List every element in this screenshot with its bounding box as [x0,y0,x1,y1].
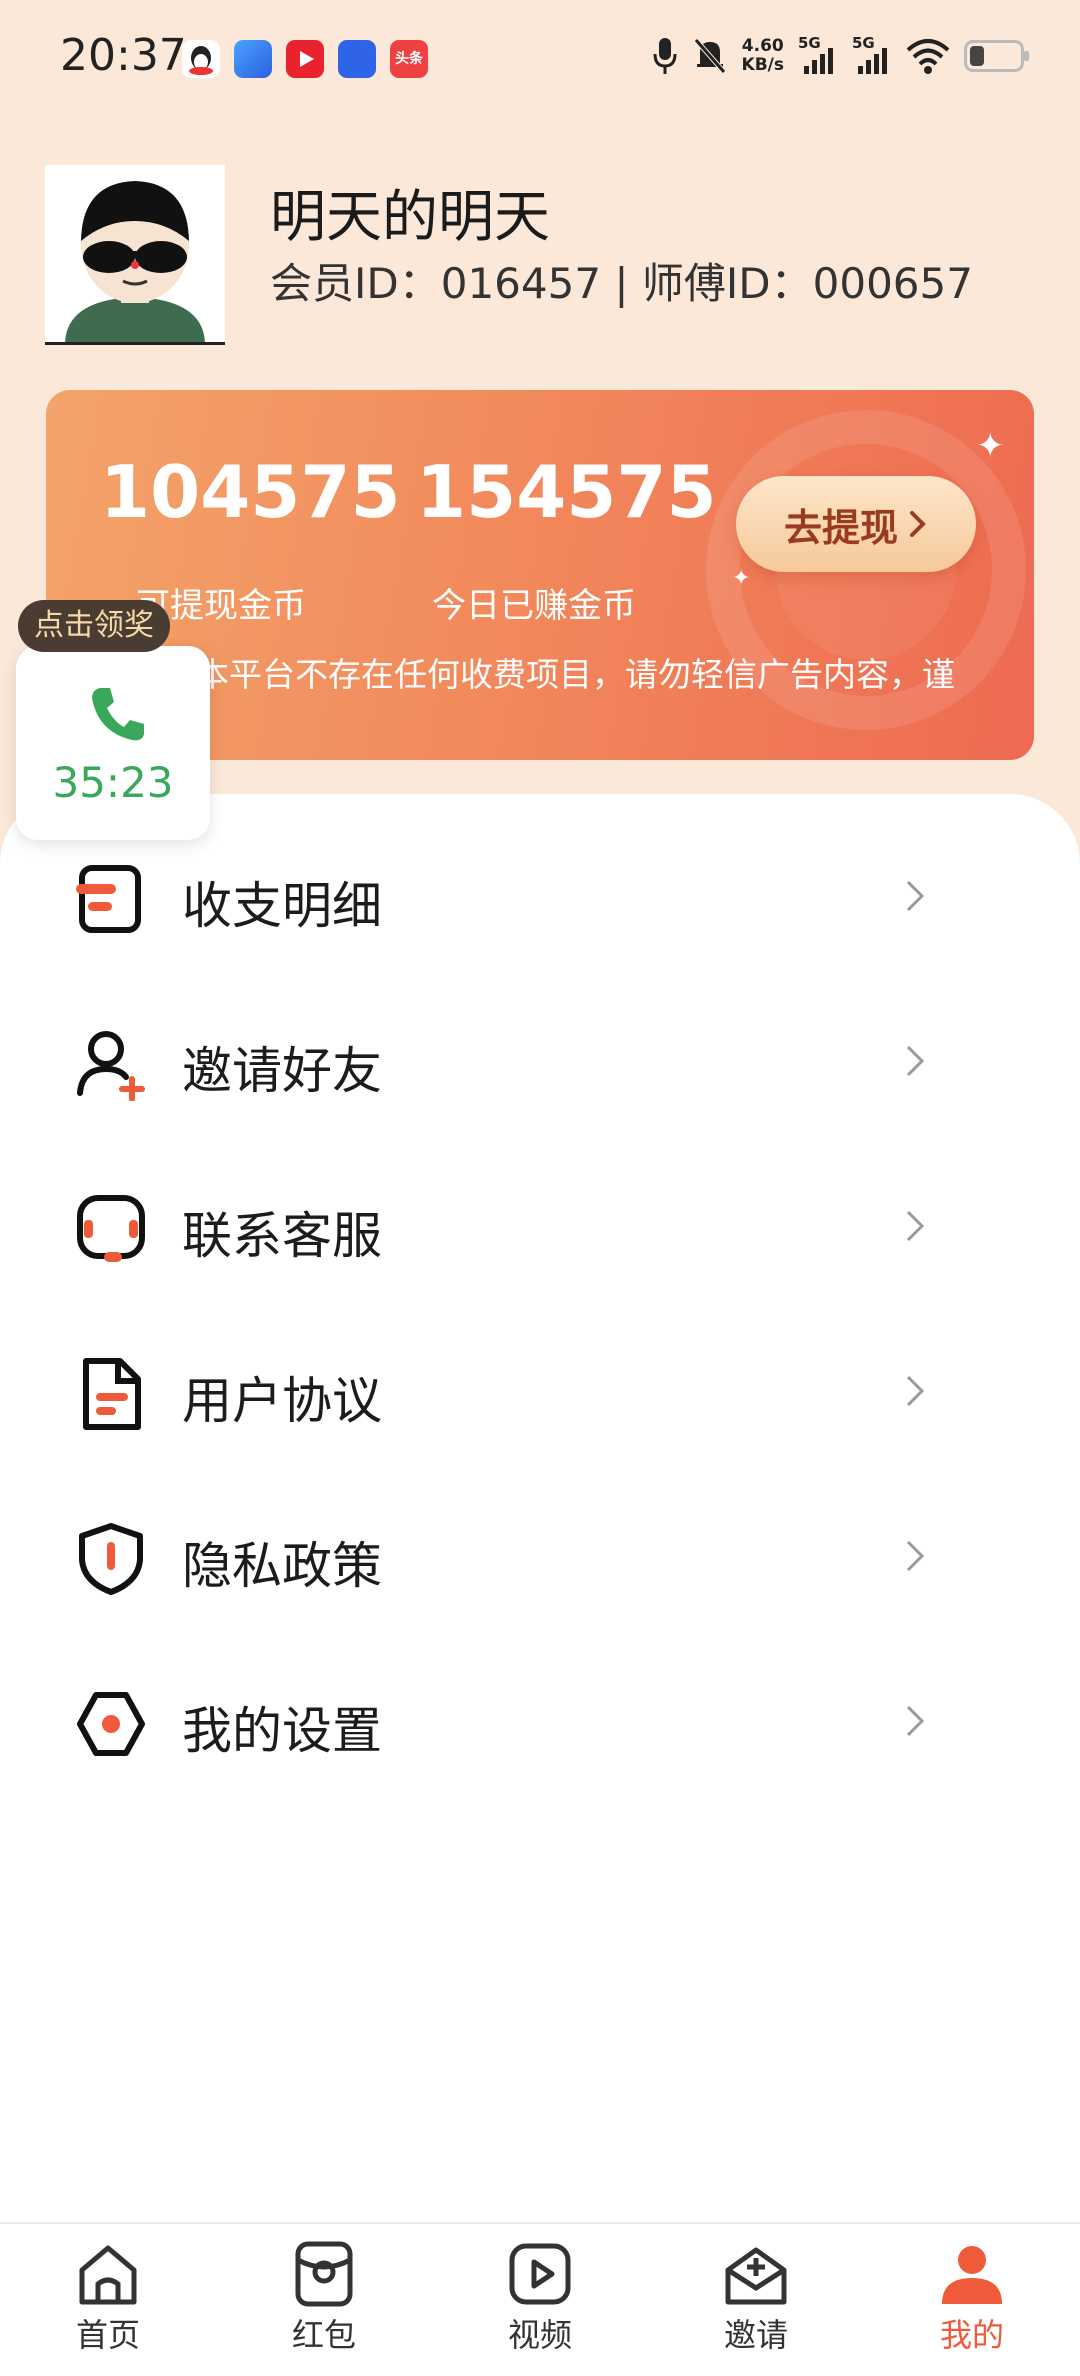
earned-today-coins: 154575 [416,450,717,534]
claim-prize-tag[interactable]: 点击领奖 [18,600,170,652]
toutiao-label: 头条 [395,51,423,67]
earned-today-label: 今日已赚金币 [432,586,636,626]
signal-1: 5G [798,34,838,76]
signal-2: 5G [852,34,892,76]
app-root: 20:37 头条 4.60 KB/s 5G 5G 明天的明天 会员ID：0164… [0,0,1080,2376]
video-app-icon [286,40,324,78]
call-timer: 35:23 [52,758,174,807]
qq-icon [182,40,220,78]
anti-fraud-notice: 本平台不存在任何收费项目，请勿轻信广告内容，谨防诈骗 [196,655,956,694]
nav-label: 视频 [507,2316,572,2354]
headset-icon [77,1195,145,1262]
avatar[interactable] [45,165,225,345]
battery-icon [964,40,1029,72]
member-ids: 会员ID：016457 | 师傅ID：000657 [270,259,973,308]
video-icon [509,2243,571,2305]
nav-invite[interactable]: 邀请 [686,2234,826,2374]
nav-label: 首页 [75,2316,140,2354]
shield-icon [79,1523,143,1595]
signal-bars-icon [804,48,833,74]
menu-label: 隐私政策 [182,1537,382,1595]
menu-item-invite-friends[interactable]: 邀请好友 [0,999,1080,1119]
menu-item-transactions[interactable]: 收支明细 [0,834,1080,954]
status-indicators: 4.60 KB/s 5G 5G [652,34,1029,76]
status-app-icons: 头条 [182,40,428,78]
nav-label: 我的 [939,2316,1004,2354]
add-user-icon [77,1031,145,1101]
nickname: 明天的明天 [270,185,550,250]
menu-label: 用户协议 [182,1372,382,1430]
menu-label: 收支明细 [182,877,382,935]
chevron-right-icon [906,880,925,912]
withdrawable-coins: 104575 [100,450,401,534]
red-packet-icon [295,2241,353,2307]
microphone-icon [653,38,677,74]
home-icon [79,2245,137,2305]
status-time: 20:37 [60,30,187,81]
mute-bell-icon [693,38,726,74]
menu-item-privacy-policy[interactable]: 隐私政策 [0,1494,1080,1614]
nav-profile[interactable]: 我的 [902,2234,1042,2374]
nav-label: 邀请 [723,2316,788,2354]
menu-item-user-agreement[interactable]: 用户协议 [0,1329,1080,1449]
chevron-right-icon [906,1210,925,1242]
menu-label: 联系客服 [182,1207,382,1265]
invite-icon [725,2247,787,2305]
nav-red-packet[interactable]: 红包 [254,2234,394,2374]
network-speed-value: 4.60 [741,36,784,56]
toutiao-icon: 头条 [390,40,428,78]
chevron-right-icon [906,1045,925,1077]
nav-label: 红包 [291,2316,356,2354]
profile-icon [942,2246,1002,2304]
menu-item-customer-service[interactable]: 联系客服 [0,1164,1080,1284]
baidu-icon [338,40,376,78]
network-speed-unit: KB/s [741,55,784,75]
sparkle-icon: ✦ [976,426,1005,466]
menu-label: 邀请好友 [182,1042,382,1100]
menu-label: 我的设置 [182,1702,382,1760]
settings-icon [77,1692,145,1756]
avatar-illustration [45,165,225,342]
chevron-right-icon [906,1540,925,1572]
chevron-right-icon [906,1705,925,1737]
withdraw-button-label: 去提现 [783,505,898,550]
menu-item-settings[interactable]: 我的设置 [0,1659,1080,1779]
chevron-right-icon [906,1375,925,1407]
status-bar: 20:37 头条 4.60 KB/s 5G 5G [0,0,1080,120]
phone-icon [92,688,144,741]
nav-video[interactable]: 视频 [470,2234,610,2374]
bottom-nav: 首页 红包 视频 邀请 我的 [0,2222,1080,2376]
chevron-right-icon [910,511,926,537]
sparkle-icon: ✦ [732,566,751,591]
menu-sheet: 收支明细 邀请好友 联系客服 用户协议 隐私政策 我的设置 [0,794,1080,2224]
browser-icon [234,40,272,78]
withdraw-button[interactable]: 去提现 [736,476,976,572]
signal-bars-icon [858,48,887,74]
network-speed: 4.60 KB/s [742,37,784,75]
call-timer-widget[interactable]: 35:23 [16,646,210,840]
ledger-icon [76,865,141,933]
wifi-icon [906,39,950,74]
nav-home[interactable]: 首页 [38,2234,178,2374]
document-icon [83,1358,141,1430]
